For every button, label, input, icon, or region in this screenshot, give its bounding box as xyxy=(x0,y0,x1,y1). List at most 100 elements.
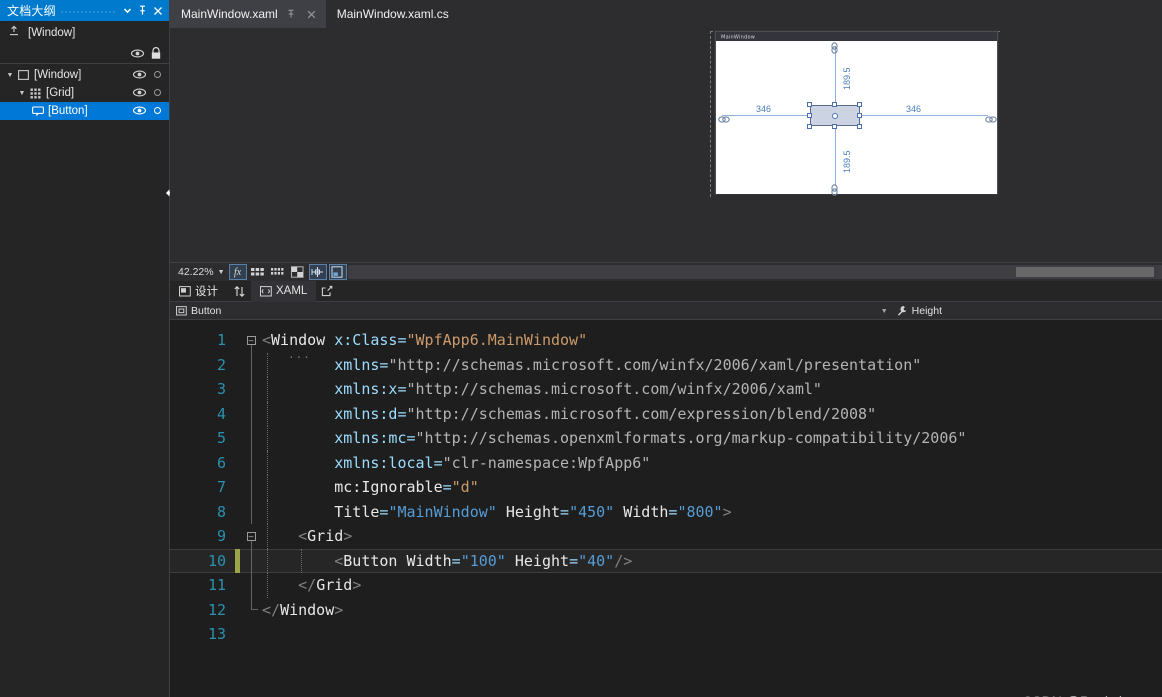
collapse-box-icon[interactable]: – xyxy=(246,531,256,541)
visual-studio-window: 文档大纲 [Window] ▼ [Window] ▼ [Grid] [Butto… xyxy=(0,0,1162,697)
outline-tree: ▼ [Window] ▼ [Grid] [Button] xyxy=(0,64,169,120)
code-line[interactable]: 13 xyxy=(170,622,1162,647)
outlining-margin[interactable] xyxy=(240,499,262,524)
code-line[interactable]: 11 </Grid> xyxy=(170,573,1162,598)
resize-handle-e[interactable] xyxy=(857,113,862,118)
export-window-icon xyxy=(8,25,22,40)
code-line[interactable]: 1– <Window x:Class="WpfApp6.MainWindow" ··… xyxy=(170,328,1162,364)
resize-handle-w[interactable] xyxy=(807,113,812,118)
resize-handle-ne[interactable] xyxy=(857,102,862,107)
outline-root-label: [Window] xyxy=(28,26,76,39)
outlining-margin[interactable]: – xyxy=(240,524,262,549)
zoom-level-combo[interactable]: 42.22% ▼ xyxy=(174,264,227,280)
outlining-margin[interactable] xyxy=(240,548,262,573)
indent-guide xyxy=(267,548,268,573)
code-line[interactable]: 10 <Button Width="100" Height="40"/> xyxy=(170,548,1162,573)
lock-toggle-icon[interactable] xyxy=(154,85,161,96)
expand-twisty-icon[interactable]: ▼ xyxy=(4,66,16,84)
chain-link-icon[interactable] xyxy=(985,111,997,123)
designer-horizontal-scrollbar[interactable] xyxy=(348,265,1162,279)
code-line[interactable]: 6 xmlns:local="clr-namespace:WpfApp6" xyxy=(170,450,1162,475)
eye-icon[interactable] xyxy=(132,67,147,85)
scrollbar-thumb[interactable] xyxy=(1016,267,1154,277)
pop-out-icon[interactable] xyxy=(316,281,338,302)
collapse-box-icon[interactable]: – xyxy=(246,335,256,345)
resize-handle-se[interactable] xyxy=(857,124,862,129)
tab-xaml-view[interactable]: XAML xyxy=(251,280,317,302)
outlining-margin[interactable] xyxy=(240,426,262,451)
outlining-margin[interactable] xyxy=(240,475,262,500)
outline-root-item[interactable]: [Window] xyxy=(0,21,169,44)
titlebar-drag-dots xyxy=(59,0,116,21)
watermark-text: CSDN @Pual singer xyxy=(1022,693,1150,697)
eye-icon[interactable] xyxy=(132,85,147,103)
outlining-margin[interactable] xyxy=(240,377,262,402)
tab-mainwindow-xaml-cs[interactable]: MainWindow.xaml.cs xyxy=(325,0,457,28)
close-icon[interactable] xyxy=(150,3,165,19)
code-line[interactable]: 7 mc:Ignorable="d" xyxy=(170,475,1162,500)
swap-panes-icon[interactable] xyxy=(227,281,251,302)
breadcrumb-property[interactable]: ▼ Height xyxy=(881,302,1162,320)
resize-handle-s[interactable] xyxy=(832,124,837,129)
chain-link-icon[interactable] xyxy=(830,183,839,196)
editor-tab-strip: MainWindow.xaml MainWindow.xaml.cs xyxy=(170,0,1162,28)
breadcrumb-element[interactable]: Button xyxy=(170,305,221,317)
code-token: Height xyxy=(514,551,570,570)
chain-link-icon[interactable] xyxy=(830,41,839,54)
outlining-margin[interactable]: – xyxy=(240,328,262,353)
design-window-content[interactable]: 346 346 189.5 189.5 xyxy=(716,41,997,196)
grid-large-icon[interactable] xyxy=(249,264,267,280)
chevron-down-icon[interactable]: ▼ xyxy=(218,269,225,276)
lock-toggle-icon[interactable] xyxy=(154,103,161,114)
effects-icon[interactable]: fx xyxy=(228,264,247,280)
code-line[interactable]: 12 </Window> xyxy=(170,597,1162,623)
chevron-down-icon[interactable]: ▼ xyxy=(881,308,888,315)
pin-icon[interactable] xyxy=(135,3,150,19)
move-handle-icon[interactable] xyxy=(832,112,838,119)
outlining-margin[interactable] xyxy=(240,450,262,475)
chevron-down-icon[interactable] xyxy=(120,3,135,19)
design-button-element[interactable] xyxy=(810,105,860,126)
resize-handle-n[interactable] xyxy=(832,102,837,107)
eye-icon[interactable] xyxy=(132,103,147,121)
code-line[interactable]: 5 xmlns:mc="http://schemas.openxmlformat… xyxy=(170,426,1162,451)
snap-to-snaplines-icon[interactable] xyxy=(308,264,327,280)
tree-item-grid[interactable]: ▼ [Grid] xyxy=(0,84,169,102)
grid-small-icon[interactable] xyxy=(269,264,287,280)
lock-icon[interactable] xyxy=(149,46,163,66)
tab-design-view[interactable]: 设计 xyxy=(170,281,227,302)
outlining-margin[interactable] xyxy=(240,401,262,426)
xaml-code-editor[interactable]: 1– <Window x:Class="WpfApp6.MainWindow" ··… xyxy=(170,320,1162,697)
outlining-margin[interactable] xyxy=(240,573,262,598)
code-line[interactable]: 4 xmlns:d="http://schemas.microsoft.com/… xyxy=(170,401,1162,426)
code-token: = xyxy=(397,404,407,423)
design-window-preview[interactable]: MainWindow 346 346 189.5 189.5 xyxy=(715,31,998,196)
code-token: "WpfApp6.MainWindow" xyxy=(406,331,588,349)
outlining-margin[interactable] xyxy=(240,622,262,647)
xaml-designer-surface[interactable]: MainWindow 346 346 189.5 189.5 xyxy=(170,28,1162,262)
tab-mainwindow-xaml[interactable]: MainWindow.xaml xyxy=(170,0,326,28)
tree-item-button[interactable]: [Button] xyxy=(0,102,169,120)
pin-icon[interactable] xyxy=(285,8,298,21)
tree-item-window[interactable]: ▼ [Window] xyxy=(0,66,169,84)
xaml-view-icon xyxy=(260,285,272,297)
code-line[interactable]: 3 xmlns:x="http://schemas.microsoft.com/… xyxy=(170,377,1162,402)
lock-toggle-icon[interactable] xyxy=(154,67,161,78)
resize-handle-nw[interactable] xyxy=(807,102,812,107)
code-line[interactable]: 9 – <Grid> xyxy=(170,524,1162,549)
snap-grid-icon[interactable] xyxy=(289,264,307,280)
expand-twisty-icon[interactable]: ▼ xyxy=(16,84,28,102)
code-line[interactable]: 2 xmlns="http://schemas.microsoft.com/wi… xyxy=(170,352,1162,377)
outlining-margin[interactable] xyxy=(240,352,262,377)
close-icon[interactable] xyxy=(305,8,318,21)
code-token: "http://schemas.microsoft.com/winfx/2006… xyxy=(388,355,922,374)
chain-link-icon[interactable] xyxy=(718,111,730,123)
eye-icon[interactable] xyxy=(130,46,145,66)
outlining-margin[interactable] xyxy=(240,597,262,623)
code-line[interactable]: 8 Title="MainWindow" Height="450" Width=… xyxy=(170,499,1162,524)
artboard-icon[interactable] xyxy=(328,264,347,280)
resize-handle-sw[interactable] xyxy=(807,124,812,129)
